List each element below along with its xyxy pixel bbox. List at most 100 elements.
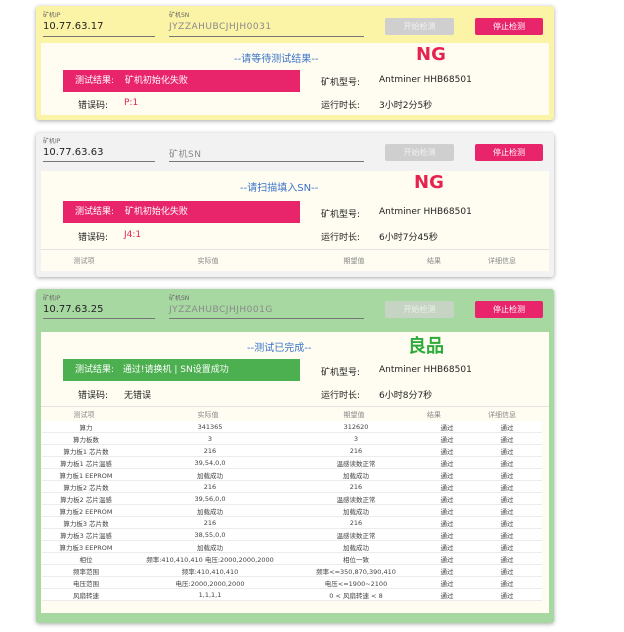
cell-item: 算力板1 芯片温感 — [42, 456, 130, 469]
cell-item: 算力 — [42, 421, 130, 433]
col-header-detail: 详细信息 — [488, 411, 516, 419]
cell-detail: 通过 — [472, 516, 542, 529]
runtime-label: 运行时长: — [321, 233, 361, 243]
ip-underline — [43, 318, 155, 319]
cell-actual: 加载成功 — [130, 540, 290, 553]
cell-result: 通过 — [422, 480, 472, 493]
table-row: 算力板1 EEPROM 加载成功 加载成功 通过 通过 — [42, 468, 542, 481]
cell-result: 通过 — [422, 504, 472, 517]
ip-field[interactable]: 10.77.63.63 — [43, 147, 103, 158]
cell-item: 算力板3 芯片数 — [42, 516, 130, 529]
cell-expected: 加载成功 — [290, 504, 422, 517]
cell-detail: 通过 — [472, 564, 542, 577]
cell-result: 通过 — [422, 564, 472, 577]
cell-item: 频率范围 — [42, 564, 130, 577]
model-value: Antminer HHB68501 — [379, 207, 472, 217]
cell-actual: 216 — [130, 516, 290, 529]
model-value: Antminer HHB68501 — [379, 75, 472, 85]
table-row: 算力 341365 312620 通过 通过 — [42, 421, 542, 433]
cell-expected: 216 — [290, 444, 422, 457]
cell-actual: 1,1,1,1 — [130, 588, 290, 601]
cell-actual: 341365 — [130, 421, 290, 433]
result-label: 测试结果: — [75, 365, 115, 375]
error-code-label: 错误码: — [78, 233, 109, 243]
start-button[interactable]: 开始检测 — [385, 144, 454, 161]
cell-result: 通过 — [422, 456, 472, 469]
verdict-badge: NG — [416, 44, 446, 65]
cell-actual: 38,55,0,0 — [130, 528, 290, 541]
start-button[interactable]: 开始检测 — [385, 301, 454, 318]
stop-button[interactable]: 停止检测 — [475, 18, 543, 35]
runtime-label: 运行时长: — [321, 391, 361, 401]
error-code-value: J4:1 — [124, 230, 142, 240]
cell-detail: 通过 — [472, 456, 542, 469]
cell-detail: 通过 — [472, 468, 542, 481]
results-table-body: 算力 341365 312620 通过 通过 算力板数 3 3 通过 通过 算力板1 芯片数 216 2… — [42, 421, 542, 601]
cell-expected: 0 < 风扇转速 < 8 — [290, 588, 422, 601]
col-header-actual: 实际值 — [197, 257, 219, 265]
cell-item: 相位 — [42, 552, 130, 565]
cell-item: 算力板3 芯片温感 — [42, 528, 130, 541]
model-label: 矿机型号: — [321, 78, 361, 88]
status-message: --请扫描填入SN-- — [240, 183, 319, 194]
miner-card-3: 矿机IP 10.77.63.25 矿机SN JYZZAHUBCJHJH001G … — [36, 289, 554, 623]
cell-expected: 3 — [290, 432, 422, 445]
model-label: 矿机型号: — [321, 210, 361, 220]
cell-expected: 216 — [290, 516, 422, 529]
cell-result: 通过 — [422, 588, 472, 601]
stop-button[interactable]: 停止检测 — [475, 144, 543, 161]
cell-result: 通过 — [422, 540, 472, 553]
miner-card-2: 矿机IP 10.77.63.63 矿机SN 开始检测 停止检测 --请扫描填入S… — [36, 133, 554, 277]
cell-actual: 频率:410,410,410 电压:2000,2000,2000 — [130, 552, 290, 565]
result-box: 测试结果: 矿机初始化失败 — [63, 201, 300, 223]
cell-item: 算力板1 芯片数 — [42, 444, 130, 457]
cell-detail: 通过 — [472, 421, 542, 433]
sn-field[interactable]: 矿机SN — [169, 147, 201, 160]
ip-field[interactable]: 10.77.63.17 — [43, 21, 103, 32]
cell-expected: 电压<=1900~2100 — [290, 576, 422, 589]
result-text: 矿机初始化失败 — [124, 207, 188, 217]
result-label: 测试结果: — [75, 76, 115, 86]
start-button[interactable]: 开始检测 — [385, 18, 454, 35]
cell-actual: 加载成功 — [130, 504, 290, 517]
result-panel: --请等待测试结果-- NG 测试结果: 矿机初始化失败 错误码: P:1 矿机… — [41, 43, 549, 115]
sn-field[interactable]: JYZZAHUBCJHJH001G — [169, 305, 273, 315]
cell-expected: 216 — [290, 480, 422, 493]
cell-expected: 加载成功 — [290, 540, 422, 553]
divider — [41, 406, 549, 407]
table-row: 算力板3 芯片数 216 216 通过 通过 — [42, 516, 542, 529]
col-header-actual: 实际值 — [197, 411, 219, 419]
cell-result: 通过 — [422, 576, 472, 589]
cell-result: 通过 — [422, 444, 472, 457]
stop-button[interactable]: 停止检测 — [475, 301, 543, 318]
cell-expected: 频率<=350,870,390,410 — [290, 564, 422, 577]
ip-field[interactable]: 10.77.63.25 — [43, 304, 103, 315]
cell-actual: 电压:2000,2000,2000 — [130, 576, 290, 589]
cell-result: 通过 — [422, 516, 472, 529]
ip-underline — [43, 161, 155, 162]
cell-actual: 加载成功 — [130, 468, 290, 481]
verdict-badge: 良品 — [408, 336, 444, 357]
runtime-value: 6小时7分45秒 — [379, 233, 438, 243]
error-code-label: 错误码: — [78, 391, 109, 401]
sn-underline — [169, 161, 364, 162]
model-value: Antminer HHB68501 — [379, 365, 472, 375]
col-header-result: 结果 — [427, 411, 441, 419]
runtime-value: 6小时8分7秒 — [379, 391, 433, 401]
cell-result: 通过 — [422, 421, 472, 433]
ip-label: 矿机IP — [43, 295, 61, 302]
table-row: 算力板2 芯片数 216 216 通过 通过 — [42, 480, 542, 493]
sn-label: 矿机SN — [169, 295, 190, 302]
table-row: 算力板2 EEPROM 加载成功 加载成功 通过 通过 — [42, 504, 542, 517]
divider — [41, 249, 549, 250]
cell-item: 算力板2 EEPROM — [42, 504, 130, 517]
cell-item: 电压范围 — [42, 576, 130, 589]
cell-item: 风扇转速 — [42, 588, 130, 601]
sn-label: 矿机SN — [169, 12, 190, 19]
cell-actual: 3 — [130, 432, 290, 445]
sn-field[interactable]: JYZZAHUBCJHJH0031 — [169, 22, 272, 32]
ip-label: 矿机IP — [43, 12, 61, 19]
cell-actual: 频率:410,410,410 — [130, 564, 290, 577]
cell-result: 通过 — [422, 432, 472, 445]
cell-actual: 39,54,0,0 — [130, 456, 290, 469]
